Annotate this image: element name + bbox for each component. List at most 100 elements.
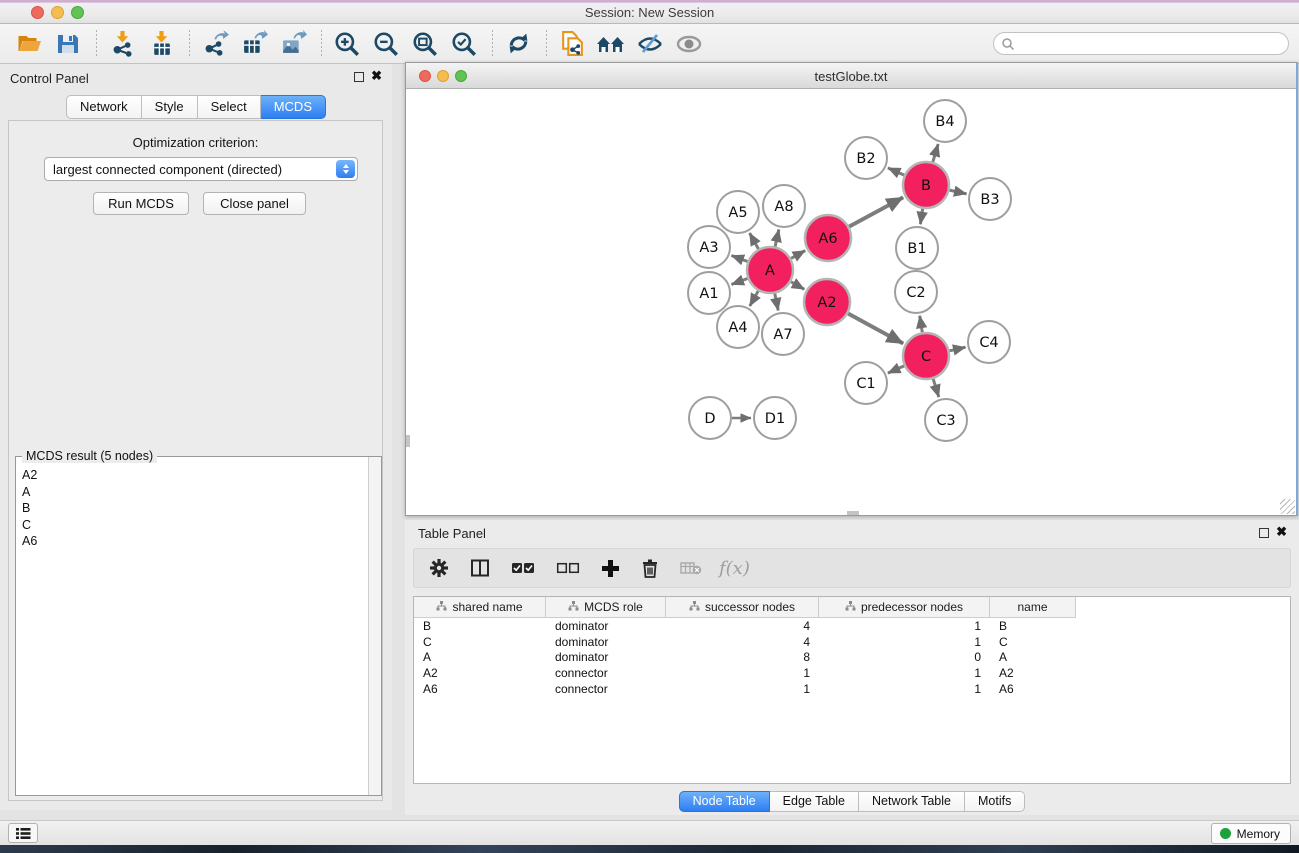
open-file-icon[interactable] <box>14 29 44 59</box>
function-builder-icon[interactable]: f(x) <box>719 558 750 579</box>
result-item[interactable]: C <box>22 517 368 534</box>
table-cell[interactable]: 1 <box>666 682 819 696</box>
graph-edge-A-A6[interactable] <box>791 251 805 259</box>
table-cell[interactable]: dominator <box>546 650 666 664</box>
graph-edge-C-C2[interactable] <box>920 316 923 333</box>
column-header-name[interactable]: name <box>990 597 1076 618</box>
table-cell[interactable]: A2 <box>990 666 1076 680</box>
table-cell[interactable]: 1 <box>819 666 990 680</box>
table-cell[interactable]: C <box>414 635 546 649</box>
graph-edge-C-C4[interactable] <box>949 347 965 351</box>
column-header-successor-nodes[interactable]: successor nodes <box>666 597 819 618</box>
tab-network[interactable]: Network <box>66 95 142 119</box>
resize-grip-icon[interactable] <box>1280 499 1295 514</box>
table-cell[interactable]: 0 <box>819 650 990 664</box>
table-cell[interactable]: A6 <box>990 682 1076 696</box>
hide-annotations-icon[interactable] <box>635 29 665 59</box>
table-cell[interactable]: A2 <box>414 666 546 680</box>
select-all-columns-icon[interactable] <box>511 561 535 575</box>
table-cell[interactable]: C <box>990 635 1076 649</box>
tab-network-table[interactable]: Network Table <box>859 791 965 812</box>
graph-edge-A-A3[interactable] <box>731 255 747 261</box>
graph-edge-B-B1[interactable] <box>920 209 922 224</box>
float-panel-icon[interactable] <box>354 72 364 82</box>
clone-network-icon[interactable] <box>557 29 587 59</box>
search-input[interactable] <box>1015 37 1288 51</box>
show-columns-icon[interactable] <box>470 558 490 578</box>
memory-button[interactable]: Memory <box>1211 823 1291 844</box>
table-cell[interactable]: A <box>990 650 1076 664</box>
table-cell[interactable]: dominator <box>546 619 666 633</box>
graph-edge-B-B4[interactable] <box>933 144 938 162</box>
graph-edge-C-C1[interactable] <box>888 366 904 373</box>
table-cell[interactable]: B <box>990 619 1076 633</box>
add-row-icon[interactable] <box>601 559 620 578</box>
table-settings-gear-icon[interactable] <box>429 558 449 578</box>
result-item[interactable]: A <box>22 484 368 501</box>
table-row[interactable]: A6connector11A6 <box>414 681 1290 697</box>
home-layout-icon[interactable] <box>596 29 626 59</box>
graph-edge-B-B2[interactable] <box>888 168 904 175</box>
table-cell[interactable]: 8 <box>666 650 819 664</box>
close-panel-icon[interactable]: ✖ <box>371 69 382 83</box>
table-cell[interactable]: connector <box>546 666 666 680</box>
result-item[interactable]: A6 <box>22 533 368 550</box>
result-item[interactable]: A2 <box>22 467 368 484</box>
table-cell[interactable]: 4 <box>666 619 819 633</box>
network-canvas[interactable]: B4B2BB3B1A5A8A6A3AA1A2A4A7C2C4CC1C3DD1 <box>406 89 1296 515</box>
graph-edge-A-A2[interactable] <box>791 282 804 290</box>
table-row[interactable]: Adominator80A <box>414 650 1290 666</box>
network-window-titlebar[interactable]: testGlobe.txt <box>406 63 1296 89</box>
export-image-icon[interactable] <box>278 29 308 59</box>
table-cell[interactable]: A <box>414 650 546 664</box>
table-row[interactable]: A2connector11A2 <box>414 665 1290 681</box>
table-cell[interactable]: 1 <box>819 635 990 649</box>
tab-edge-table[interactable]: Edge Table <box>770 791 859 812</box>
column-header-predecessor-nodes[interactable]: predecessor nodes <box>819 597 990 618</box>
close-panel-button[interactable]: Close panel <box>203 192 306 215</box>
criterion-dropdown[interactable]: largest connected component (directed) <box>44 157 358 181</box>
import-network-icon[interactable] <box>107 29 137 59</box>
table-cell[interactable]: 1 <box>819 619 990 633</box>
result-item[interactable]: B <box>22 500 368 517</box>
delete-row-trash-icon[interactable] <box>641 558 659 578</box>
table-cell[interactable]: 1 <box>666 666 819 680</box>
column-header-shared-name[interactable]: shared name <box>414 597 546 618</box>
run-mcds-button[interactable]: Run MCDS <box>93 192 189 215</box>
task-history-button[interactable] <box>8 823 38 843</box>
column-header-MCDS-role[interactable]: MCDS role <box>546 597 666 618</box>
graph-edge-A6-B[interactable] <box>849 197 903 226</box>
save-session-icon[interactable] <box>53 29 83 59</box>
table-cell[interactable]: 1 <box>819 682 990 696</box>
float-table-panel-icon[interactable] <box>1259 528 1269 538</box>
mcds-result-list[interactable]: A2ABCA6 <box>16 461 368 795</box>
tab-select[interactable]: Select <box>198 95 261 119</box>
tab-style[interactable]: Style <box>142 95 198 119</box>
graph-edge-A-A4[interactable] <box>750 291 759 306</box>
table-row[interactable]: Bdominator41B <box>414 618 1290 634</box>
deselect-all-columns-icon[interactable] <box>556 561 580 575</box>
tab-motifs[interactable]: Motifs <box>965 791 1025 812</box>
graph-edge-A2-C[interactable] <box>848 313 903 343</box>
graph-edge-B-B3[interactable] <box>949 190 966 194</box>
tab-node-table[interactable]: Node Table <box>679 791 770 812</box>
tab-mcds[interactable]: MCDS <box>261 95 326 119</box>
show-annotations-icon[interactable] <box>674 29 704 59</box>
export-table-icon[interactable] <box>239 29 269 59</box>
zoom-selected-icon[interactable] <box>449 29 479 59</box>
table-cell[interactable]: connector <box>546 682 666 696</box>
table-cell[interactable]: dominator <box>546 635 666 649</box>
table-cell[interactable]: 4 <box>666 635 819 649</box>
delete-table-icon[interactable] <box>680 560 702 576</box>
graph-edge-A-A7[interactable] <box>775 294 778 311</box>
table-cell[interactable]: A6 <box>414 682 546 696</box>
zoom-in-icon[interactable] <box>332 29 362 59</box>
graph-edge-A-A1[interactable] <box>731 278 747 284</box>
graph-edge-C-C3[interactable] <box>933 379 939 397</box>
zoom-fit-icon[interactable] <box>410 29 440 59</box>
close-table-panel-icon[interactable]: ✖ <box>1276 525 1287 539</box>
table-cell[interactable]: B <box>414 619 546 633</box>
refresh-icon[interactable] <box>503 29 533 59</box>
import-table-icon[interactable] <box>146 29 176 59</box>
search-box[interactable] <box>993 32 1289 55</box>
